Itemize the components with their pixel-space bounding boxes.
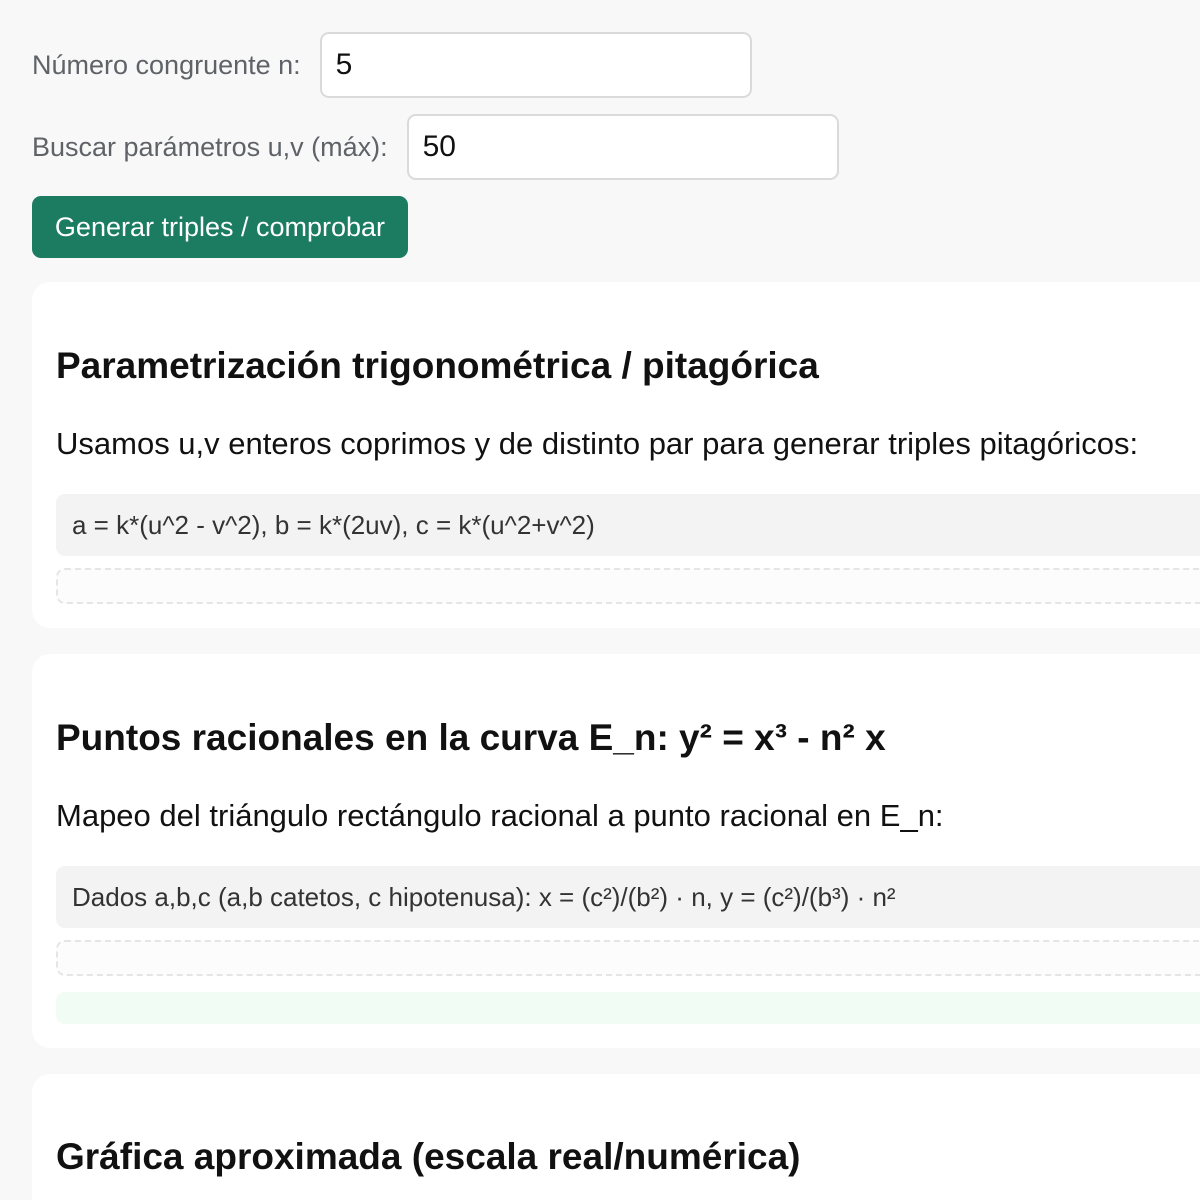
uv-limit-label: Buscar parámetros u,v (máx): <box>32 131 388 162</box>
uv-control-row: Buscar parámetros u,v (máx): <box>32 114 839 180</box>
pythagorean-formula: a = k*(u^2 - v^2), b = k*(2uv), c = k*(u… <box>56 494 1200 556</box>
generate-check-button[interactable]: Generar triples / comprobar <box>32 196 408 258</box>
rational-points-card: Puntos racionales en la curva E_n: y² = … <box>32 654 1200 1048</box>
parametrization-title: Parametrización trigonométrica / pitagór… <box>56 345 819 386</box>
n-control-row: Número congruente n: <box>32 32 752 98</box>
graph-card: Gráfica aproximada (escala real/numérica… <box>32 1074 1200 1200</box>
rational-points-description: Mapeo del triángulo rectángulo racional … <box>56 798 944 833</box>
verification-status-area <box>56 992 1200 1024</box>
rational-points-output-area <box>56 940 1200 976</box>
triples-output-area <box>56 568 1200 604</box>
n-label: Número congruente n: <box>32 49 301 80</box>
congruent-number-input[interactable] <box>319 32 752 98</box>
graph-title: Gráfica aproximada (escala real/numérica… <box>56 1136 801 1177</box>
parametrization-card: Parametrización trigonométrica / pitagór… <box>32 282 1200 628</box>
rational-points-title: Puntos racionales en la curva E_n: y² = … <box>56 717 886 758</box>
curve-mapping-formula: Dados a,b,c (a,b catetos, c hipotenusa):… <box>56 866 1200 928</box>
uv-limit-input[interactable] <box>406 114 839 180</box>
parametrization-description: Usamos u,v enteros coprimos y de distint… <box>56 426 1139 461</box>
